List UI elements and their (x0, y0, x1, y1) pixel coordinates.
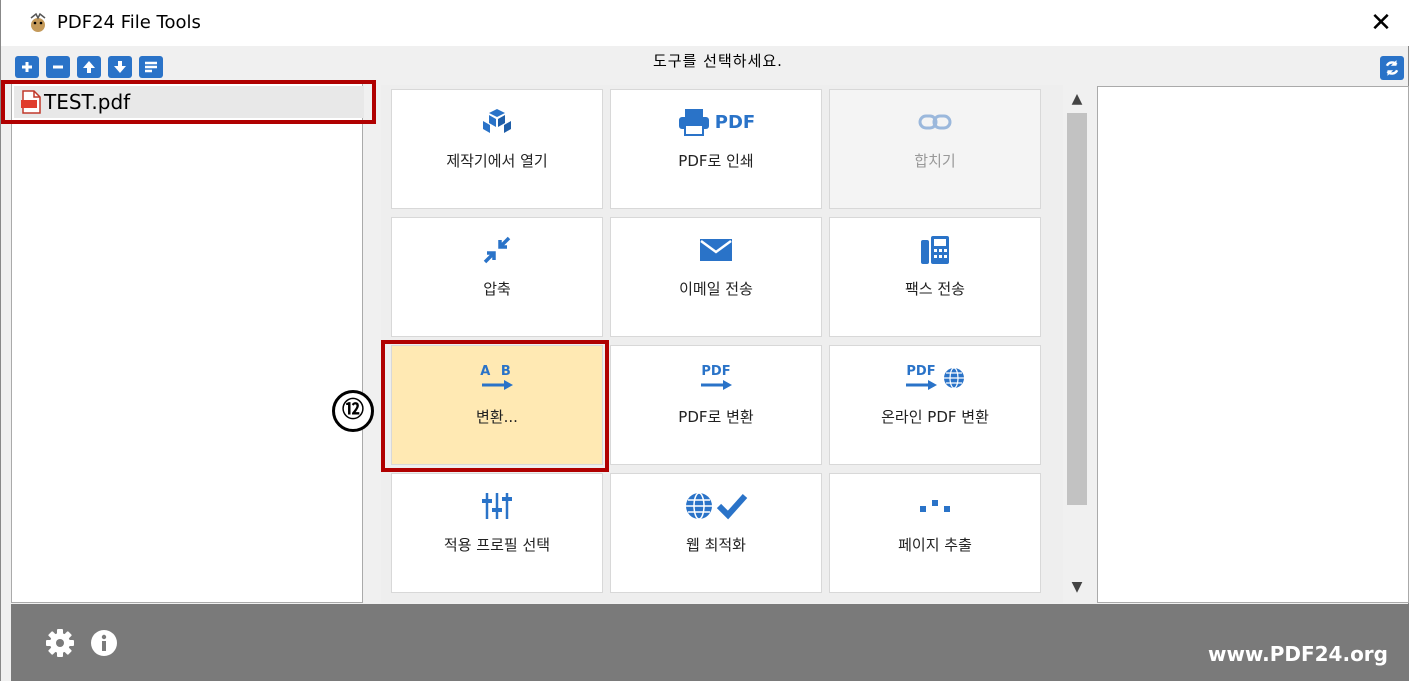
refresh-button[interactable] (1380, 56, 1404, 80)
tool-web-optimize[interactable]: 웹 최적화 (610, 473, 822, 593)
minus-icon (53, 65, 63, 69)
tool-grid: 제작기에서 열기 PDF PDF로 인쇄 합치기 압축 이메일 전송 팩스 전송… (381, 85, 1063, 603)
tool-label: 팩스 전송 (905, 280, 965, 298)
arrow-right-icon (701, 380, 732, 390)
tool-label: PDF로 인쇄 (678, 152, 754, 170)
title-bar: PDF24 File Tools ✕ (1, 0, 1409, 46)
step-number-badge: ⑫ (332, 390, 374, 432)
scroll-thumb[interactable] (1067, 113, 1087, 505)
pdf24-window: PDF24 File Tools ✕ 도구를 선택하세요. TEST.pdf 제… (0, 0, 1409, 681)
scroll-up-arrow-icon[interactable]: ▲ (1064, 87, 1090, 111)
printer-icon (678, 109, 709, 136)
tool-convert[interactable]: A B 변환... (391, 345, 603, 465)
tool-send-email[interactable]: 이메일 전송 (610, 217, 822, 337)
select-tool-hint: 도구를 선택하세요. (653, 52, 783, 70)
envelope-icon (700, 239, 732, 261)
pdf-icon-text: PDF (701, 364, 731, 379)
tool-label: 온라인 PDF 변환 (881, 408, 989, 426)
link-icon (918, 114, 952, 130)
preview-panel (1097, 86, 1409, 603)
creator-icon (483, 109, 511, 133)
tool-grid-scrollbar[interactable]: ▲ ▼ (1064, 85, 1090, 603)
pdf-file-icon (21, 90, 41, 114)
tool-open-in-creator[interactable]: 제작기에서 열기 (391, 89, 603, 209)
file-name: TEST.pdf (44, 90, 131, 114)
tool-merge: 합치기 (829, 89, 1041, 209)
tool-label: 합치기 (914, 152, 956, 170)
file-toolbar (15, 56, 163, 78)
list-icon (145, 61, 157, 73)
pdf24-website-link[interactable]: www.PDF24.org (1208, 642, 1388, 666)
checkmark-icon (716, 493, 748, 520)
tool-label: PDF로 변환 (678, 408, 754, 426)
arrow-right-icon (906, 380, 937, 390)
globe-icon (944, 367, 964, 389)
globe-icon (686, 492, 712, 520)
tool-label: 이메일 전송 (679, 280, 753, 298)
app-logo-icon (30, 12, 46, 32)
tool-compress[interactable]: 압축 (391, 217, 603, 337)
arrow-down-icon (114, 61, 126, 73)
file-item[interactable]: TEST.pdf (14, 86, 364, 118)
remove-file-button[interactable] (46, 56, 70, 78)
tool-send-fax[interactable]: 팩스 전송 (829, 217, 1041, 337)
scroll-down-arrow-icon[interactable]: ▼ (1064, 575, 1090, 599)
tool-label: 웹 최적화 (686, 536, 746, 554)
close-button[interactable]: ✕ (1366, 8, 1396, 38)
gear-icon[interactable] (45, 628, 75, 658)
tool-apply-profile[interactable]: 적용 프로필 선택 (391, 473, 603, 593)
tool-label: 변환... (476, 408, 518, 426)
tool-convert-to-pdf[interactable]: PDF PDF로 변환 (610, 345, 822, 465)
arrow-up-icon (83, 61, 95, 73)
fax-icon (921, 236, 949, 264)
pdf-icon-text: PDF (906, 364, 936, 379)
tool-label: 적용 프로필 선택 (443, 536, 551, 554)
sliders-icon (482, 493, 512, 519)
tool-label: 압축 (483, 280, 511, 298)
plus-icon (22, 62, 32, 72)
window-title: PDF24 File Tools (57, 12, 201, 33)
tool-label: 제작기에서 열기 (446, 152, 548, 170)
footer-bar: www.PDF24.org (11, 604, 1409, 681)
sort-button[interactable] (139, 56, 163, 78)
move-down-button[interactable] (108, 56, 132, 78)
extract-pages-icon (920, 500, 950, 512)
arrow-right-icon (482, 380, 513, 390)
file-list-panel[interactable]: TEST.pdf (11, 83, 364, 603)
pdf-icon-text: PDF (714, 111, 756, 133)
compress-icon (483, 236, 511, 264)
move-up-button[interactable] (77, 56, 101, 78)
info-icon[interactable] (89, 628, 119, 658)
refresh-icon (1385, 60, 1399, 76)
ab-icon-text: A B (480, 364, 514, 379)
tool-extract-pages[interactable]: 페이지 추출 (829, 473, 1041, 593)
add-file-button[interactable] (15, 56, 39, 78)
tool-online-convert[interactable]: PDF 온라인 PDF 변환 (829, 345, 1041, 465)
tool-label: 페이지 추출 (898, 536, 972, 554)
tool-print-to-pdf[interactable]: PDF PDF로 인쇄 (610, 89, 822, 209)
